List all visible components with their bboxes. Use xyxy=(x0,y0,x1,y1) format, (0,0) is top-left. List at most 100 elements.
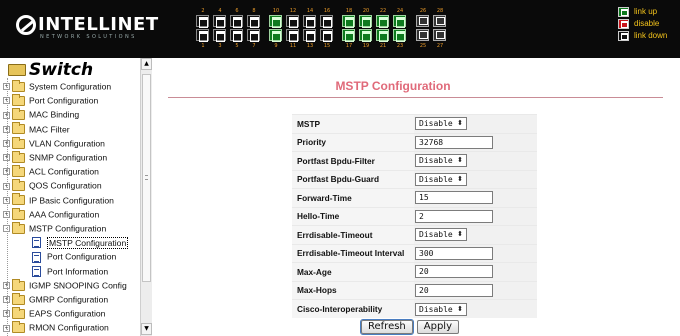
port-number-label: 26 xyxy=(419,8,427,14)
port-28-icon[interactable] xyxy=(433,15,446,27)
port-16-icon[interactable] xyxy=(320,15,333,28)
port-14-icon[interactable] xyxy=(303,15,316,28)
field-label: Errdisable-Timeout Interval xyxy=(292,243,414,263)
config-row-hello-time: Hello-Time 2 xyxy=(292,206,537,226)
port-5-icon[interactable] xyxy=(230,29,243,42)
port-17-icon[interactable] xyxy=(342,29,355,42)
folder-icon xyxy=(12,122,25,135)
sidebar-item-gmrp-configuration[interactable]: + GMRP Configuration xyxy=(3,292,108,306)
port-2-icon[interactable] xyxy=(196,15,209,28)
sidebar-item-eaps-configuration[interactable]: + EAPS Configuration xyxy=(3,306,105,320)
sidebar-item-vlan-configuration[interactable]: + VLAN Configuration xyxy=(3,136,105,150)
field-value-cell: Disable ⬍ xyxy=(414,151,537,170)
port-27-icon[interactable] xyxy=(433,29,446,41)
select-arrow-icon: ⬍ xyxy=(457,156,463,165)
config-row-mstp: MSTP Disable ⬍ xyxy=(292,114,537,133)
port-24-icon[interactable] xyxy=(393,15,406,28)
port-number-label: 4 xyxy=(218,8,222,14)
sidebar-item-port-information[interactable]: Port Information xyxy=(32,264,108,278)
sidebar-item-port-configuration[interactable]: Port Configuration xyxy=(32,249,116,263)
port-18-icon[interactable] xyxy=(342,15,355,28)
sidebar-scrollbar[interactable]: ▲ ▼ xyxy=(140,58,152,336)
folder-icon xyxy=(12,321,25,334)
config-row-errdisable-timeout-interval: Errdisable-Timeout Interval 300 xyxy=(292,243,537,263)
folder-icon xyxy=(12,292,25,305)
legend-label: disable xyxy=(634,19,660,29)
field-value-cell: Disable ⬍ xyxy=(414,299,537,318)
port-8-icon[interactable] xyxy=(247,15,260,28)
port-21-icon[interactable] xyxy=(376,29,389,42)
port-9-icon[interactable] xyxy=(269,29,282,42)
max-age-input[interactable]: 20 xyxy=(415,265,493,279)
max-hops-input[interactable]: 20 xyxy=(415,283,493,297)
field-label: Portfast Bpdu-Guard xyxy=(292,169,414,189)
scrollbar-thumb[interactable] xyxy=(142,74,151,282)
tree-root[interactable]: Switch xyxy=(8,60,93,80)
legend-item-disable: disable xyxy=(618,18,667,30)
config-row-portfast-bpdu-guard: Portfast Bpdu-Guard Disable ⬍ xyxy=(292,169,537,189)
port-13-icon[interactable] xyxy=(303,29,316,42)
port-11-icon[interactable] xyxy=(286,29,299,42)
port-19-icon[interactable] xyxy=(359,29,372,42)
port-number-label: 9 xyxy=(274,43,278,49)
port-number-label: 18 xyxy=(345,8,353,14)
folder-icon xyxy=(12,136,25,149)
mstp-select[interactable]: Disable ⬍ xyxy=(415,117,467,131)
sidebar-nav-tree: Switch + System Configuration + Port Config… xyxy=(0,58,152,336)
sidebar-item-label: RMON Configuration xyxy=(29,323,109,334)
port-15-icon[interactable] xyxy=(320,29,333,42)
config-row-max-age: Max-Age 20 xyxy=(292,262,537,281)
tree-guide-line xyxy=(7,78,8,336)
config-row-errdisable-timeout: Errdisable-Timeout Disable ⬍ xyxy=(292,225,537,244)
sidebar-item-label: IGMP SNOOPING Config xyxy=(29,280,127,291)
sidebar-item-mstp-configuration[interactable]: - MSTP Configuration xyxy=(3,221,106,235)
sidebar-item-label: MAC Binding xyxy=(29,110,80,121)
sidebar-item-rmon-configuration[interactable]: + RMON Configuration xyxy=(3,320,109,334)
sidebar-item-igmp-snooping-config[interactable]: + IGMP SNOOPING Config xyxy=(3,278,127,292)
port-25-icon[interactable] xyxy=(416,29,429,41)
forward-time-input[interactable]: 15 xyxy=(415,191,493,205)
portfast-bpdu-filter-select[interactable]: Disable ⬍ xyxy=(415,154,467,168)
sidebar-item-mstp-configuration[interactable]: MSTP Configuration xyxy=(32,235,129,249)
sidebar-item-aaa-configuration[interactable]: + AAA Configuration xyxy=(3,207,99,221)
folder-open-icon xyxy=(12,221,25,234)
errdisable-timeout-select[interactable]: Disable ⬍ xyxy=(415,228,467,242)
refresh-button[interactable]: Refresh xyxy=(360,319,414,335)
sidebar-item-system-configuration[interactable]: + System Configuration xyxy=(3,79,111,93)
port-26-icon[interactable] xyxy=(416,15,429,27)
port-6-icon[interactable] xyxy=(230,15,243,28)
sidebar-item-ip-basic-configuration[interactable]: + IP Basic Configuration xyxy=(3,193,114,207)
port-3-icon[interactable] xyxy=(213,29,226,42)
field-label: Priority xyxy=(292,132,414,152)
apply-button[interactable]: Apply xyxy=(416,320,459,334)
brand-logo: INTELLINET NETWORK SOLUTIONS xyxy=(16,14,159,40)
sidebar-item-port-configuration[interactable]: + Port Configuration xyxy=(3,93,98,107)
errdisable-timeout-interval-input[interactable]: 300 xyxy=(415,246,493,260)
port-number-label: 11 xyxy=(289,43,297,49)
port-10-icon[interactable] xyxy=(269,15,282,28)
scroll-up-arrow-icon[interactable]: ▲ xyxy=(141,58,152,70)
port-1-icon[interactable] xyxy=(196,29,209,42)
main-content: MSTP Configuration MSTP Disable ⬍ Priority 3… xyxy=(153,58,680,336)
port-7-icon[interactable] xyxy=(247,29,260,42)
port-number-label: 22 xyxy=(379,8,387,14)
sidebar-item-qos-configuration[interactable]: + QOS Configuration xyxy=(3,178,102,192)
portfast-bpdu-guard-select[interactable]: Disable ⬍ xyxy=(415,172,467,186)
field-value-cell: 32768 xyxy=(414,132,537,152)
sidebar-item-mac-filter[interactable]: + MAC Filter xyxy=(3,122,70,136)
port-22-icon[interactable] xyxy=(376,15,389,28)
scroll-down-arrow-icon[interactable]: ▼ xyxy=(141,323,152,335)
sidebar-item-label: Port Configuration xyxy=(29,95,99,106)
sidebar-item-acl-configuration[interactable]: + ACL Configuration xyxy=(3,164,99,178)
port-4-icon[interactable] xyxy=(213,15,226,28)
sidebar-item-snmp-configuration[interactable]: + SNMP Configuration xyxy=(3,150,107,164)
port-12-icon[interactable] xyxy=(286,15,299,28)
sidebar-item-mac-binding[interactable]: + MAC Binding xyxy=(3,107,79,121)
port-number-label: 16 xyxy=(323,8,331,14)
port-20-icon[interactable] xyxy=(359,15,372,28)
port-23-icon[interactable] xyxy=(393,29,406,42)
hello-time-input[interactable]: 2 xyxy=(415,209,493,223)
cisco-interoperability-select[interactable]: Disable ⬍ xyxy=(415,302,467,316)
priority-input[interactable]: 32768 xyxy=(415,135,493,149)
port-link-down-icon xyxy=(618,31,629,42)
